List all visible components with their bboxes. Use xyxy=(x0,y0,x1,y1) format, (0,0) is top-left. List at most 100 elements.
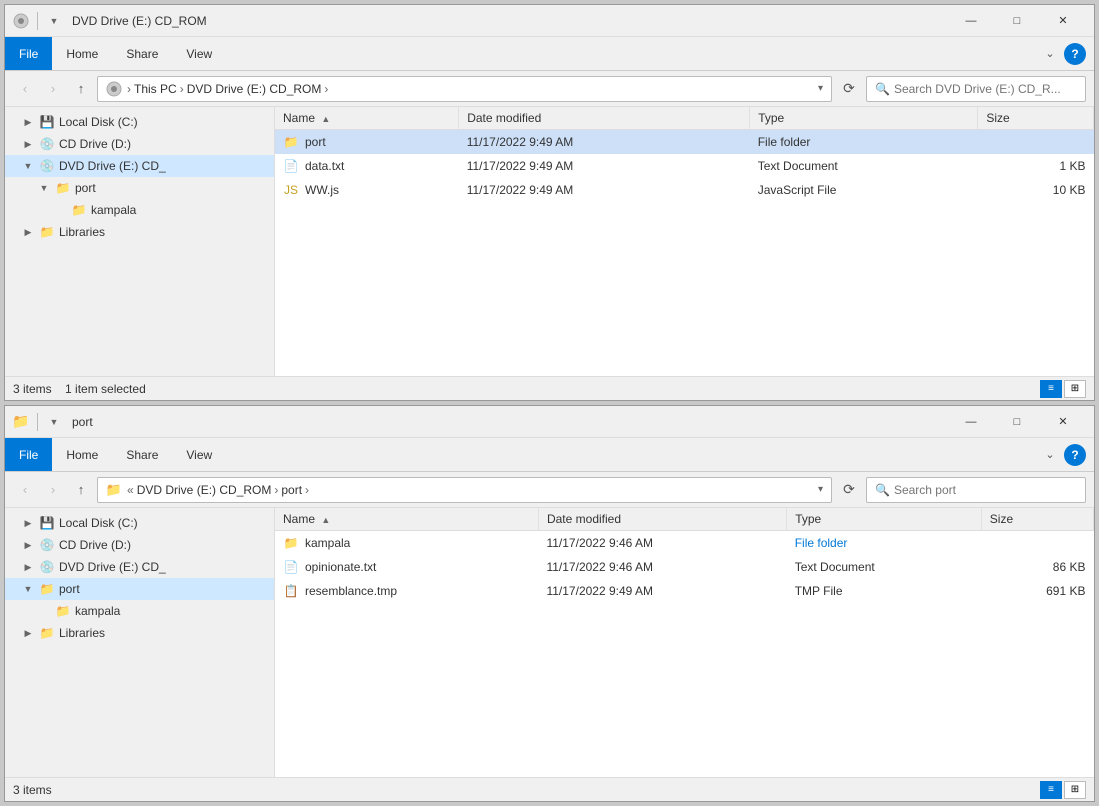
ribbon-chevron-2[interactable]: ⌄ xyxy=(1040,445,1060,465)
refresh-btn-1[interactable]: ⟳ xyxy=(836,76,862,102)
sidebar-label-dvde-2: DVD Drive (E:) CD_ xyxy=(59,560,166,574)
forward-btn-2[interactable]: › xyxy=(41,478,65,502)
tb-divider-1 xyxy=(37,12,38,30)
table-row[interactable]: 📄 opinionate.txt 11/17/2022 9:46 AM Text… xyxy=(275,555,1094,579)
tab-home-1[interactable]: Home xyxy=(52,37,112,70)
sidebar-item-kampala-1[interactable]: 📁 kampala xyxy=(5,199,274,221)
file-icon-resemblance: 📋 xyxy=(283,583,299,599)
ribbon-chevron-1[interactable]: ⌄ xyxy=(1040,44,1060,64)
path-seg-port-2[interactable]: port xyxy=(279,483,304,497)
sidebar-icon-kampala-1: 📁 xyxy=(71,202,87,218)
sidebar-label-kampala-2: kampala xyxy=(75,604,120,618)
maximize-btn-2[interactable]: □ xyxy=(994,406,1040,438)
expand-arrow-lib-2: ▶ xyxy=(21,626,35,640)
table-row[interactable]: 📁 port 11/17/2022 9:49 AM File folder xyxy=(275,130,1094,154)
tab-share-2[interactable]: Share xyxy=(112,438,172,471)
file-table-1: Name ▲ Date modified Type Size 📁 port xyxy=(275,107,1094,202)
minimize-btn-1[interactable]: — xyxy=(948,5,994,37)
sidebar-item-port-2[interactable]: ▼ 📁 port xyxy=(5,578,274,600)
file-name-cell-opinionate: 📄 opinionate.txt xyxy=(275,555,538,579)
file-name-resemblance: resemblance.tmp xyxy=(305,584,397,598)
file-size-kampala xyxy=(981,531,1093,555)
search-input-2[interactable] xyxy=(894,483,1077,497)
path-seg-dvd-1[interactable]: DVD Drive (E:) CD_ROM xyxy=(185,82,324,96)
expand-arrow-dvde-1: ▼ xyxy=(21,159,35,173)
main-area-1: ▶ 💾 Local Disk (C:) ▶ 💿 CD Drive (D:) ▼ … xyxy=(5,107,1094,376)
view-large-btn-1[interactable]: ⊞ xyxy=(1064,380,1086,398)
sidebar-item-localc-1[interactable]: ▶ 💾 Local Disk (C:) xyxy=(5,111,274,133)
refresh-btn-2[interactable]: ⟳ xyxy=(836,477,862,503)
file-name-opinionate: opinionate.txt xyxy=(305,560,376,574)
quick-access-1: ▼ xyxy=(46,13,62,29)
file-name-kampala: kampala xyxy=(305,536,350,550)
help-btn-2[interactable]: ? xyxy=(1064,444,1086,466)
status-right-1: ≡ ⊞ xyxy=(1040,380,1086,398)
col-type-1[interactable]: Type xyxy=(750,107,978,130)
tab-file-2[interactable]: File xyxy=(5,438,52,471)
col-type-2[interactable]: Type xyxy=(787,508,982,531)
window-2: 📁 ▼ port — □ ✕ File Home Share View ⌄ ? … xyxy=(4,405,1095,802)
win-controls-2: — □ ✕ xyxy=(948,406,1086,438)
col-size-1[interactable]: Size xyxy=(978,107,1094,130)
col-name-1[interactable]: Name ▲ xyxy=(275,107,459,130)
col-date-2[interactable]: Date modified xyxy=(538,508,786,531)
tab-file-1[interactable]: File xyxy=(5,37,52,70)
table-row[interactable]: JS WW.js 11/17/2022 9:49 AM JavaScript F… xyxy=(275,178,1094,202)
sidebar-item-dvde-2[interactable]: ▶ 💿 DVD Drive (E:) CD_ xyxy=(5,556,274,578)
help-btn-1[interactable]: ? xyxy=(1064,43,1086,65)
sidebar-icon-lib-1: 📁 xyxy=(39,224,55,240)
view-details-btn-2[interactable]: ≡ xyxy=(1040,781,1062,799)
sidebar-item-localc-2[interactable]: ▶ 💾 Local Disk (C:) xyxy=(5,512,274,534)
sidebar-item-port-1[interactable]: ▼ 📁 port xyxy=(5,177,274,199)
table-row[interactable]: 📁 kampala 11/17/2022 9:46 AM File folder xyxy=(275,531,1094,555)
forward-btn-1[interactable]: › xyxy=(41,77,65,101)
sidebar-icon-dvde-1: 💿 xyxy=(39,158,55,174)
close-btn-2[interactable]: ✕ xyxy=(1040,406,1086,438)
table-row[interactable]: 📄 data.txt 11/17/2022 9:49 AM Text Docum… xyxy=(275,154,1094,178)
path-dropdown-1[interactable]: ▾ xyxy=(818,83,823,94)
address-path-1[interactable]: › This PC › DVD Drive (E:) CD_ROM › ▾ xyxy=(97,76,832,102)
tab-view-1[interactable]: View xyxy=(172,37,226,70)
sidebar-item-cdd-2[interactable]: ▶ 💿 CD Drive (D:) xyxy=(5,534,274,556)
status-count-2: 3 items xyxy=(13,783,52,797)
tab-view-2[interactable]: View xyxy=(172,438,226,471)
status-items-1: 3 items xyxy=(13,382,52,396)
path-seg-thispc-1[interactable]: This PC xyxy=(132,82,179,96)
expand-arrow-dvde-2: ▶ xyxy=(21,560,35,574)
win-controls-1: — □ ✕ xyxy=(948,5,1086,37)
address-path-2[interactable]: 📁 « DVD Drive (E:) CD_ROM › port › ▾ xyxy=(97,477,832,503)
tab-home-2[interactable]: Home xyxy=(52,438,112,471)
view-large-btn-2[interactable]: ⊞ xyxy=(1064,781,1086,799)
close-btn-1[interactable]: ✕ xyxy=(1040,5,1086,37)
maximize-btn-1[interactable]: □ xyxy=(994,5,1040,37)
back-btn-1[interactable]: ‹ xyxy=(13,77,37,101)
up-btn-2[interactable]: ↑ xyxy=(69,478,93,502)
up-btn-1[interactable]: ↑ xyxy=(69,77,93,101)
quick-btn-2[interactable]: ▼ xyxy=(46,414,62,430)
col-date-1[interactable]: Date modified xyxy=(459,107,750,130)
sidebar-item-dvde-1[interactable]: ▼ 💿 DVD Drive (E:) CD_ xyxy=(5,155,274,177)
search-input-1[interactable] xyxy=(894,82,1077,96)
sidebar-item-kampala-2[interactable]: 📁 kampala xyxy=(5,600,274,622)
tab-share-1[interactable]: Share xyxy=(112,37,172,70)
minimize-btn-2[interactable]: — xyxy=(948,406,994,438)
status-bar-2: 3 items ≡ ⊞ xyxy=(5,777,1094,801)
file-date-kampala: 11/17/2022 9:46 AM xyxy=(538,531,786,555)
expand-arrow-localc-2: ▶ xyxy=(21,516,35,530)
sidebar-item-cdd-1[interactable]: ▶ 💿 CD Drive (D:) xyxy=(5,133,274,155)
path-seg-dvdrom-2[interactable]: DVD Drive (E:) CD_ROM xyxy=(135,483,274,497)
back-btn-2[interactable]: ‹ xyxy=(13,478,37,502)
sidebar-item-libraries-2[interactable]: ▶ 📁 Libraries xyxy=(5,622,274,644)
file-icon-opinionate: 📄 xyxy=(283,559,299,575)
col-name-2[interactable]: Name ▲ xyxy=(275,508,538,531)
view-details-btn-1[interactable]: ≡ xyxy=(1040,380,1062,398)
file-type-wwjs: JavaScript File xyxy=(750,178,978,202)
file-list-2[interactable]: Name ▲ Date modified Type Size 📁 kampala xyxy=(275,508,1094,777)
file-list-1[interactable]: Name ▲ Date modified Type Size 📁 port xyxy=(275,107,1094,376)
file-name-cell: 📁 port xyxy=(275,130,459,154)
table-row[interactable]: 📋 resemblance.tmp 11/17/2022 9:49 AM TMP… xyxy=(275,579,1094,603)
path-dropdown-2[interactable]: ▾ xyxy=(818,484,823,495)
col-size-2[interactable]: Size xyxy=(981,508,1093,531)
quick-btn-1[interactable]: ▼ xyxy=(46,13,62,29)
sidebar-item-libraries-1[interactable]: ▶ 📁 Libraries xyxy=(5,221,274,243)
